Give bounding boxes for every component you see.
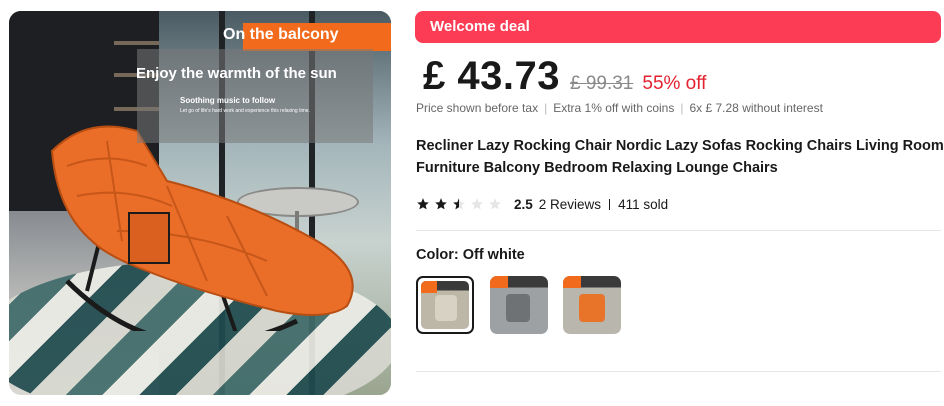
discount-percent: 55% off [642, 73, 707, 94]
star-full-icon [435, 198, 447, 210]
star-full-icon [417, 198, 429, 210]
color-swatch-orange[interactable] [563, 276, 621, 334]
star-rating [416, 197, 502, 211]
color-label: Color: Off white [416, 247, 525, 263]
color-swatch-gray[interactable] [490, 276, 548, 334]
color-swatch-off-white[interactable] [416, 276, 474, 334]
selected-color: Off white [462, 247, 525, 263]
price-notes: Price shown before tax | Extra 1% off with… [416, 101, 823, 115]
sold-count: 411 sold [618, 196, 669, 212]
rating-row: 2.5 2 Reviews 411 sold [416, 194, 668, 214]
rocking-chair-graphic [50, 125, 354, 331]
welcome-deal-banner: Welcome deal [415, 11, 941, 43]
banner-subline: Soothing music to follow [180, 96, 276, 105]
price-row: £ 43.73 £ 99.31 55% off [423, 54, 706, 98]
banner-headline: Enjoy the warmth of the sun [136, 65, 337, 82]
coins-note[interactable]: Extra 1% off with coins [553, 101, 674, 115]
star-empty-icon [489, 198, 501, 210]
welcome-deal-label: Welcome deal [430, 18, 530, 35]
reviews-link[interactable]: 2 Reviews [539, 197, 601, 212]
rating-value: 2.5 [514, 196, 533, 212]
divider [609, 198, 611, 210]
current-price: £ 43.73 [423, 54, 560, 98]
banner-small-text: Let go of life's hard work and experienc… [180, 108, 310, 114]
original-price: £ 99.31 [569, 73, 634, 94]
product-main-image[interactable]: On the balcony Enjoy the warmth of the s… [9, 11, 391, 395]
section-divider [416, 230, 941, 231]
tax-note: Price shown before tax [416, 101, 539, 115]
installment-note[interactable]: 6x £ 7.28 without interest [689, 101, 822, 115]
banner-title: On the balcony [223, 26, 339, 43]
star-half-icon [453, 198, 465, 210]
product-title: Recliner Lazy Rocking Chair Nordic Lazy … [416, 138, 944, 176]
section-divider [416, 371, 941, 372]
star-empty-icon [471, 198, 483, 210]
